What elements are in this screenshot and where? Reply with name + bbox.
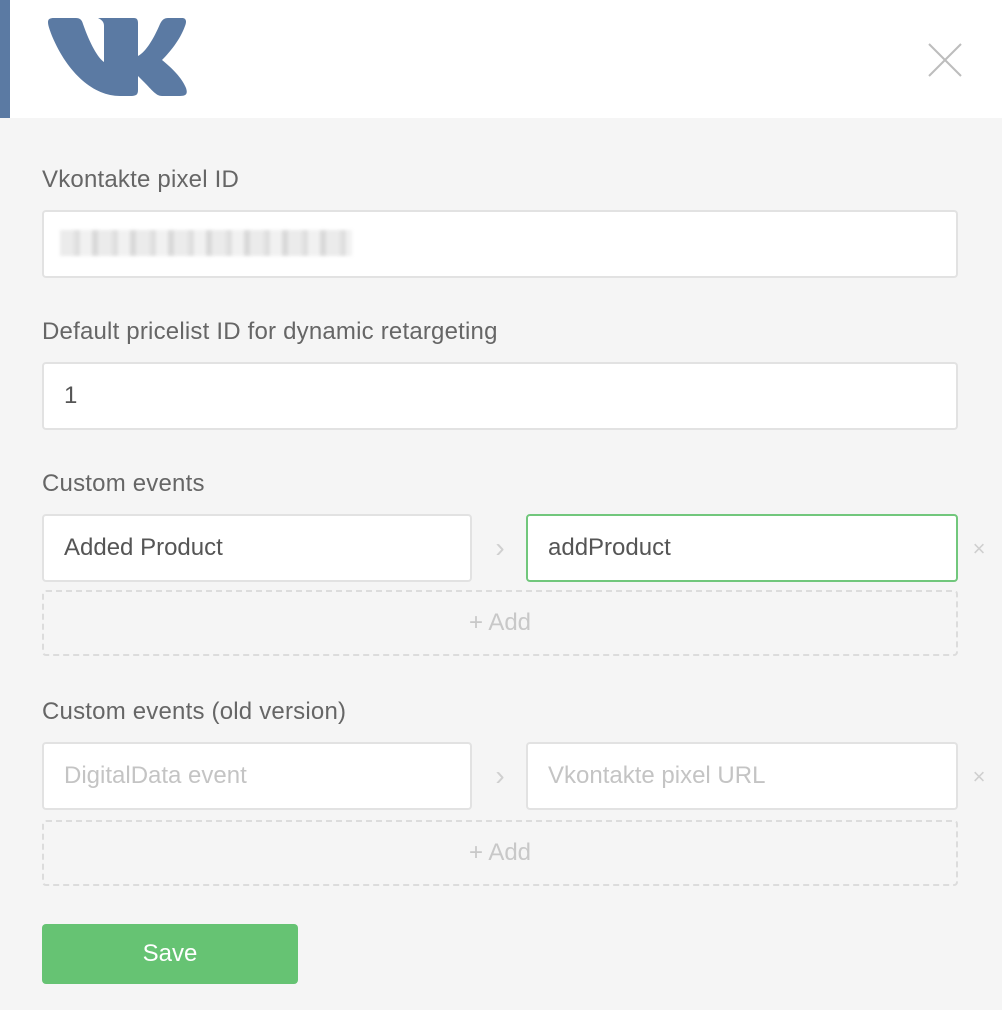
custom-events-old-label: Custom events (old version) bbox=[42, 698, 347, 725]
pricelist-input[interactable] bbox=[42, 362, 958, 430]
close-icon[interactable] bbox=[925, 40, 965, 80]
pixel-id-label: Vkontakte pixel ID bbox=[42, 166, 240, 193]
old-event-target-input[interactable] bbox=[526, 742, 958, 810]
remove-icon[interactable]: × bbox=[968, 766, 990, 788]
modal-header bbox=[0, 0, 1002, 118]
custom-events-label: Custom events bbox=[42, 470, 205, 497]
old-event-source-input[interactable] bbox=[42, 742, 472, 810]
vk-logo-icon bbox=[48, 18, 187, 96]
remove-icon[interactable]: × bbox=[968, 538, 990, 560]
add-old-event-button[interactable]: + Add bbox=[42, 820, 958, 886]
chevron-right-icon: › bbox=[495, 532, 505, 563]
header-accent-bar bbox=[0, 0, 10, 118]
custom-event-target-input[interactable] bbox=[526, 514, 958, 582]
pixel-id-redacted-value bbox=[60, 230, 352, 256]
chevron-right-icon: › bbox=[495, 760, 505, 791]
pricelist-label: Default pricelist ID for dynamic retarge… bbox=[42, 318, 498, 345]
save-button[interactable]: Save bbox=[42, 924, 298, 984]
custom-event-source-input[interactable] bbox=[42, 514, 472, 582]
add-custom-event-button[interactable]: + Add bbox=[42, 590, 958, 656]
